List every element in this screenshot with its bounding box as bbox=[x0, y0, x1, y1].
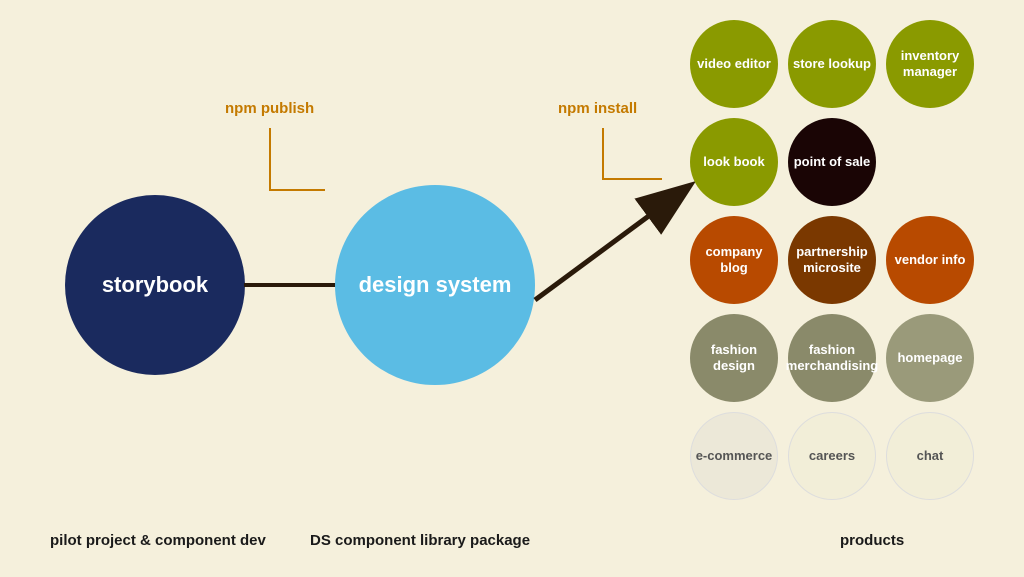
bottom-label-ds: DS component library package bbox=[310, 532, 530, 549]
npm-publish-label: npm publish bbox=[225, 100, 314, 117]
design-system-label: design system bbox=[359, 272, 512, 298]
bottom-label-products: products bbox=[840, 532, 904, 549]
company-blog-circle[interactable]: company blog bbox=[690, 216, 778, 304]
design-system-circle: design system bbox=[335, 185, 535, 385]
look-book-circle[interactable]: look book bbox=[690, 118, 778, 206]
storybook-circle: storybook bbox=[65, 195, 245, 375]
storybook-label: storybook bbox=[102, 272, 208, 298]
point-of-sale-circle[interactable]: point of sale bbox=[788, 118, 876, 206]
npm-install-vline bbox=[602, 128, 604, 178]
design-to-products-arrow bbox=[530, 175, 705, 305]
npm-publish-hline bbox=[269, 189, 325, 191]
video-editor-circle[interactable]: video editor bbox=[690, 20, 778, 108]
npm-publish-line bbox=[269, 128, 271, 190]
fashion-design-circle[interactable]: fashion design bbox=[690, 314, 778, 402]
npm-install-label: npm install bbox=[558, 100, 637, 117]
fashion-merchandising-circle[interactable]: fashion merchandising bbox=[788, 314, 876, 402]
careers-circle[interactable]: careers bbox=[788, 412, 876, 500]
e-commerce-circle[interactable]: e-commerce bbox=[690, 412, 778, 500]
store-lookup-circle[interactable]: store lookup bbox=[788, 20, 876, 108]
bottom-label-pilot: pilot project & component dev bbox=[50, 532, 266, 549]
vendor-info-circle[interactable]: vendor info bbox=[886, 216, 974, 304]
homepage-circle[interactable]: homepage bbox=[886, 314, 974, 402]
partnership-microsite-circle[interactable]: partnership microsite bbox=[788, 216, 876, 304]
chat-circle[interactable]: chat bbox=[886, 412, 974, 500]
inventory-manager-circle[interactable]: inventory manager bbox=[886, 20, 974, 108]
